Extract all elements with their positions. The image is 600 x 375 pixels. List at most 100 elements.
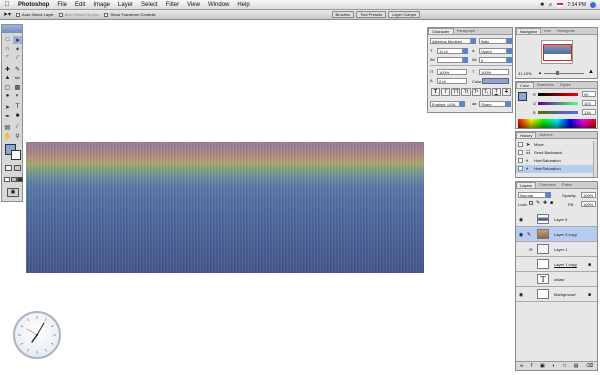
hand-tool-icon[interactable]: ✋ — [3, 132, 12, 140]
tab-paths[interactable]: Paths — [559, 182, 575, 188]
auto-select-layer-checkbox[interactable]: Auto Select Layer — [16, 12, 54, 17]
notes-tool-icon[interactable]: ▤ — [3, 123, 12, 131]
menu-view[interactable]: View — [183, 2, 204, 8]
leading-arrow-icon[interactable] — [507, 48, 512, 54]
dodge-tool-icon[interactable]: ◐ — [13, 92, 22, 100]
font-family-arrow-icon[interactable] — [471, 38, 476, 44]
zoom-level[interactable]: 31.15% — [518, 71, 532, 76]
imageready-icon[interactable]: ▣ — [7, 188, 19, 197]
faux-bold-button[interactable]: T — [431, 88, 441, 96]
clone-stamp-icon[interactable]: ▲ — [3, 74, 12, 82]
apple-icon[interactable]:  — [0, 1, 14, 8]
blur-tool-icon[interactable]: ● — [3, 92, 12, 100]
zoom-tool-icon[interactable]: ⚲ — [13, 132, 22, 140]
layer-row-selected[interactable]: ◉ ✎ Layer 3 copy — [516, 227, 597, 242]
well-tool-presets[interactable]: Tool Presets — [356, 11, 387, 18]
lock-transparency-icon[interactable] — [529, 201, 533, 205]
language-select[interactable]: English: USA — [430, 101, 460, 107]
menu-window[interactable]: Window — [204, 2, 233, 8]
superscript-button[interactable]: T¹ — [471, 88, 481, 96]
vertical-scale-field[interactable]: 100% — [437, 69, 467, 75]
eye-icon[interactable] — [518, 245, 524, 254]
menu-help[interactable]: Help — [233, 2, 253, 8]
quickmask-mode-icon[interactable] — [14, 165, 21, 171]
menu-filter[interactable]: Filter — [162, 2, 183, 8]
history-item[interactable]: ◐ Hue/Saturation — [516, 157, 597, 165]
eraser-tool-icon[interactable]: ▢ — [3, 83, 12, 91]
color-ramp[interactable] — [518, 119, 596, 128]
text-color-swatch[interactable] — [482, 78, 509, 84]
faux-italic-button[interactable]: T — [441, 88, 451, 96]
well-brushes[interactable]: Brushes — [331, 11, 355, 18]
font-size-field[interactable]: 11 pt — [437, 48, 463, 54]
crop-tool-icon[interactable]: ⌜ — [3, 54, 12, 62]
menu-layer[interactable]: Layer — [114, 2, 137, 8]
layer-row[interactable]: T ovlaw — [516, 272, 597, 287]
navigator-preview[interactable] — [541, 40, 573, 64]
eye-icon[interactable]: ◉ — [518, 290, 524, 299]
spotlight-icon[interactable] — [590, 1, 596, 8]
eye-icon[interactable] — [518, 275, 524, 284]
tab-histogram[interactable]: Histogram — [554, 28, 578, 34]
delete-layer-icon[interactable]: ⌫ — [586, 363, 593, 369]
eyedropper-icon[interactable]: ⁄ — [13, 123, 22, 131]
lock-all-icon[interactable]: ■ — [550, 200, 553, 206]
color-foreground-swatch[interactable] — [518, 92, 527, 101]
blend-mode-arrow-icon[interactable] — [546, 192, 551, 198]
menu-app[interactable]: Photoshop — [14, 2, 53, 8]
screen-mode-full-icon[interactable] — [17, 177, 23, 182]
tab-info[interactable]: Info — [541, 28, 554, 34]
tracking-arrow-icon[interactable] — [507, 57, 512, 63]
all-caps-button[interactable]: TT — [451, 88, 461, 96]
anti-alias-select[interactable]: Sharp — [479, 101, 506, 107]
tab-styles[interactable]: Styles — [557, 82, 574, 88]
horizontal-scale-field[interactable]: 100% — [479, 69, 509, 75]
new-layer-icon[interactable]: ▤ — [574, 363, 579, 369]
slice-tool-icon[interactable]: ∕ — [13, 54, 22, 62]
healing-brush-icon[interactable]: ✚ — [3, 65, 12, 73]
red-slider[interactable] — [538, 93, 578, 96]
kerning-field[interactable] — [437, 57, 463, 63]
kerning-arrow-icon[interactable] — [463, 57, 468, 63]
menu-edit[interactable]: Edit — [71, 2, 89, 8]
fill-field[interactable]: 100% — [581, 201, 596, 207]
background-color-swatch[interactable] — [11, 150, 21, 160]
show-transform-checkbox[interactable]: Show Transform Controls — [104, 12, 155, 17]
eye-icon[interactable] — [518, 260, 524, 269]
lock-paint-icon[interactable]: ✎ — [536, 200, 540, 206]
tab-swatches[interactable]: Swatches — [534, 82, 557, 88]
red-value[interactable]: 90 — [582, 91, 596, 97]
eye-icon[interactable]: ◉ — [518, 230, 524, 239]
tracking-field[interactable]: 0 — [479, 57, 507, 63]
anti-alias-arrow-icon[interactable] — [506, 101, 511, 107]
baseline-shift-field[interactable]: 0 pt — [437, 78, 467, 84]
flag-icon[interactable] — [557, 2, 564, 7]
volume-icon[interactable]: ♬ — [548, 2, 553, 8]
lasso-tool-icon[interactable]: ∩ — [3, 45, 12, 53]
strikethrough-button[interactable]: T — [501, 88, 511, 96]
layer-mask-icon[interactable]: ▣ — [540, 363, 545, 369]
tab-history[interactable]: History — [516, 132, 537, 138]
image-canvas[interactable] — [26, 142, 424, 273]
leading-field[interactable]: (Auto) — [479, 48, 507, 54]
gradient-tool-icon[interactable]: ▩ — [13, 83, 22, 91]
adjustment-layer-icon[interactable]: ◐ — [552, 363, 555, 369]
subscript-button[interactable]: T₁ — [481, 88, 491, 96]
move-tool-preset-icon[interactable]: ➤▾ — [3, 11, 11, 18]
font-style-select[interactable]: Italic — [479, 38, 507, 44]
history-item-selected[interactable]: ◐ Hue/Saturation — [516, 165, 597, 173]
standard-mode-icon[interactable] — [5, 165, 12, 171]
auto-select-groups-checkbox[interactable]: Auto Select Groups — [58, 12, 99, 17]
path-select-icon[interactable]: ➤ — [3, 103, 12, 111]
menu-file[interactable]: File — [53, 2, 71, 8]
blend-mode-select[interactable]: Normal — [518, 192, 546, 198]
link-layers-icon[interactable]: ∞ — [520, 363, 524, 369]
tab-navigator[interactable]: Navigator — [516, 28, 542, 34]
pen-tool-icon[interactable]: ✒ — [3, 112, 12, 120]
tab-actions[interactable]: Actions — [536, 132, 555, 138]
eye-icon[interactable]: ◉ — [518, 215, 524, 224]
blue-value[interactable]: 134 — [582, 109, 596, 115]
history-item[interactable]: ☷ Send Backward — [516, 149, 597, 157]
zoom-slider-thumb[interactable] — [556, 71, 559, 75]
blue-slider[interactable] — [538, 111, 578, 114]
